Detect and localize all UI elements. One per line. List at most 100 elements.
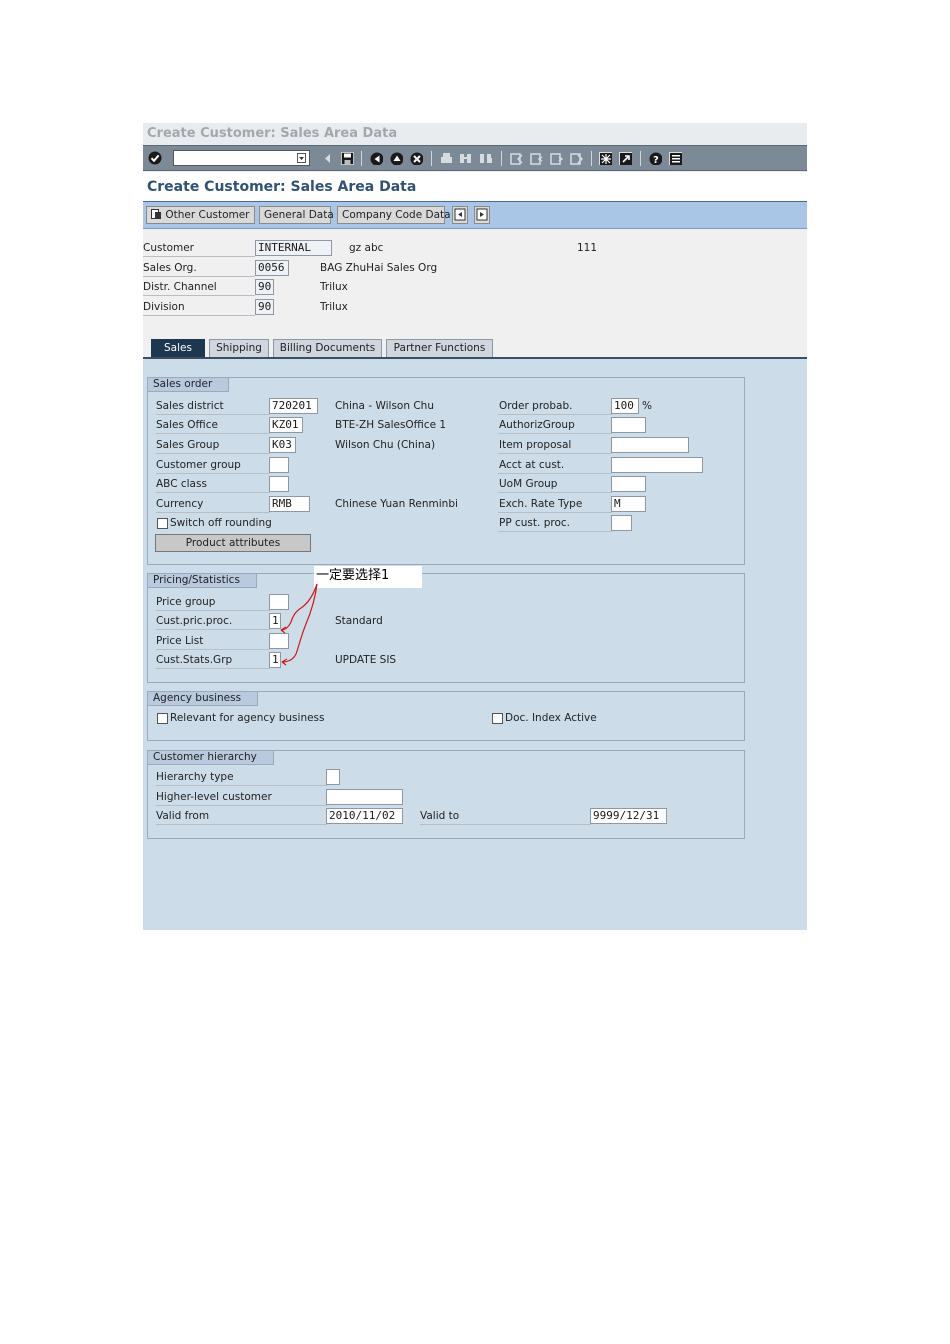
acct-at-cust-field[interactable] [611, 457, 703, 473]
save-icon[interactable] [341, 152, 354, 165]
hierarchy-type-field[interactable] [326, 769, 340, 785]
window-title: Create Customer: Sales Area Data [143, 123, 807, 145]
uom-group-label: UoM Group [499, 478, 558, 490]
valid-to-label: Valid to [420, 810, 460, 822]
next-area-icon [476, 208, 488, 221]
item-proposal-field[interactable] [611, 437, 689, 453]
screen-title: Create Customer: Sales Area Data [147, 179, 417, 195]
acct-at-cust-label: Acct at cust. [499, 459, 565, 471]
pp-cust-proc-label: PP cust. proc. [499, 517, 570, 529]
exch-rate-type-label: Exch. Rate Type [499, 498, 583, 510]
switch-off-rounding-label: Switch off rounding [170, 517, 272, 529]
general-data-button[interactable]: General Data [259, 206, 334, 224]
print-icon[interactable] [440, 152, 453, 165]
distr-channel-label: Distr. Channel [143, 281, 217, 293]
distr-channel-description: Trilux [320, 281, 348, 293]
pp-cust-proc-field[interactable] [611, 515, 632, 531]
find-icon[interactable] [459, 152, 472, 165]
customer-field[interactable]: INTERNAL [255, 240, 332, 256]
sales-group-description: Wilson Chu (China) [335, 439, 436, 451]
cancel-icon[interactable] [410, 152, 423, 165]
order-probab-field[interactable]: 100 [611, 398, 639, 414]
shortcut-icon[interactable] [619, 152, 632, 165]
next-area-button[interactable] [474, 206, 490, 224]
relevant-agency-label: Relevant for agency business [170, 712, 325, 724]
sales-org-description: BAG ZhuHai Sales Org [320, 262, 438, 274]
abc-class-field[interactable] [269, 476, 289, 492]
pricing-statistics-group: Pricing/Statistics Price group Cust.pric… [147, 573, 745, 683]
authoriz-group-field[interactable] [611, 417, 646, 433]
cust-pric-proc-label: Cust.pric.proc. [156, 615, 233, 627]
other-customer-label: Other Customer [165, 209, 250, 221]
hierarchy-type-label: Hierarchy type [156, 771, 234, 783]
higher-level-customer-label: Higher-level customer [156, 791, 272, 803]
sap-window: Create Customer: Sales Area Data ? Creat… [143, 123, 807, 930]
currency-label: Currency [156, 498, 204, 510]
customer-description: gz abc [349, 242, 384, 254]
cust-stats-grp-label: Cust.Stats.Grp [156, 654, 233, 666]
higher-level-customer-field[interactable] [326, 789, 403, 805]
cust-stats-grp-description: UPDATE SIS [335, 654, 397, 666]
sales-office-label: Sales Office [156, 419, 218, 431]
sales-org-field[interactable]: 0056 [255, 260, 289, 276]
price-group-label: Price group [156, 596, 216, 608]
tab-partner-functions[interactable]: Partner Functions [386, 339, 493, 357]
sales-group-label: Sales Group [156, 439, 220, 451]
customer-label: Customer [143, 242, 195, 254]
first-page-icon[interactable] [510, 152, 523, 165]
sales-office-description: BTE-ZH SalesOffice 1 [335, 419, 447, 431]
switch-off-rounding-checkbox[interactable] [157, 518, 168, 529]
division-description: Trilux [320, 301, 348, 313]
customer-hierarchy-group: Customer hierarchy Hierarchy type Higher… [147, 750, 745, 839]
division-field[interactable]: 90 [255, 299, 274, 315]
currency-field[interactable]: RMB [269, 496, 310, 512]
enter-icon[interactable] [148, 151, 162, 165]
order-probab-unit: % [642, 400, 652, 412]
tab-strip: Sales Shipping Billing Documents Partner… [143, 339, 807, 357]
doc-index-active-label: Doc. Index Active [505, 712, 597, 724]
command-input[interactable] [174, 152, 296, 165]
header-area: Customer INTERNAL gz abc 111 Sales Org. … [143, 229, 807, 357]
exit-icon[interactable] [390, 152, 403, 165]
sales-district-field[interactable]: 720201 [269, 398, 318, 414]
tab-sales[interactable]: Sales [151, 339, 205, 357]
next-page-icon[interactable] [550, 152, 563, 165]
valid-to-field[interactable]: 9999/12/31 [590, 808, 667, 824]
command-dropdown-icon[interactable] [297, 153, 306, 163]
distr-channel-field[interactable]: 90 [255, 279, 274, 295]
product-attributes-button[interactable]: Product attributes [155, 534, 311, 552]
cust-pric-proc-description: Standard [335, 615, 383, 627]
division-label: Division [143, 301, 185, 313]
tab-shipping[interactable]: Shipping [209, 339, 269, 357]
tab-billing-documents[interactable]: Billing Documents [273, 339, 382, 357]
previous-page-icon[interactable] [530, 152, 543, 165]
relevant-agency-checkbox[interactable] [157, 713, 168, 724]
company-code-data-button[interactable]: Company Code Data [337, 206, 451, 224]
sales-org-label: Sales Org. [143, 262, 197, 274]
back-arrow-icon[interactable] [323, 152, 336, 165]
other-customer-icon [151, 209, 161, 219]
sales-office-field[interactable]: KZ01 [269, 417, 303, 433]
sales-district-description: China - Wilson Chu [335, 400, 434, 412]
customer-group-label: Customer group [156, 459, 241, 471]
layout-menu-icon[interactable] [669, 152, 682, 165]
find-next-icon[interactable] [479, 152, 492, 165]
customer-group-field[interactable] [269, 457, 289, 473]
last-page-icon[interactable] [570, 152, 583, 165]
command-field[interactable] [173, 150, 310, 166]
sales-order-title: Sales order [147, 377, 230, 392]
price-list-label: Price List [156, 635, 204, 647]
valid-from-field[interactable]: 2010/11/02 [326, 808, 403, 824]
doc-index-active-checkbox[interactable] [492, 713, 503, 724]
uom-group-field[interactable] [611, 476, 646, 492]
customer-extra: 111 [577, 242, 598, 254]
other-customer-button[interactable]: Other Customer [146, 206, 255, 224]
previous-area-button[interactable] [452, 206, 468, 224]
help-icon[interactable]: ? [649, 152, 662, 165]
valid-from-label: Valid from [156, 810, 210, 822]
sales-group-field[interactable]: K03 [269, 437, 296, 453]
back-icon[interactable] [370, 152, 383, 165]
create-session-icon[interactable] [599, 152, 612, 165]
exch-rate-type-field[interactable]: M [611, 496, 646, 512]
agency-business-group: Agency business Relevant for agency busi… [147, 691, 745, 741]
